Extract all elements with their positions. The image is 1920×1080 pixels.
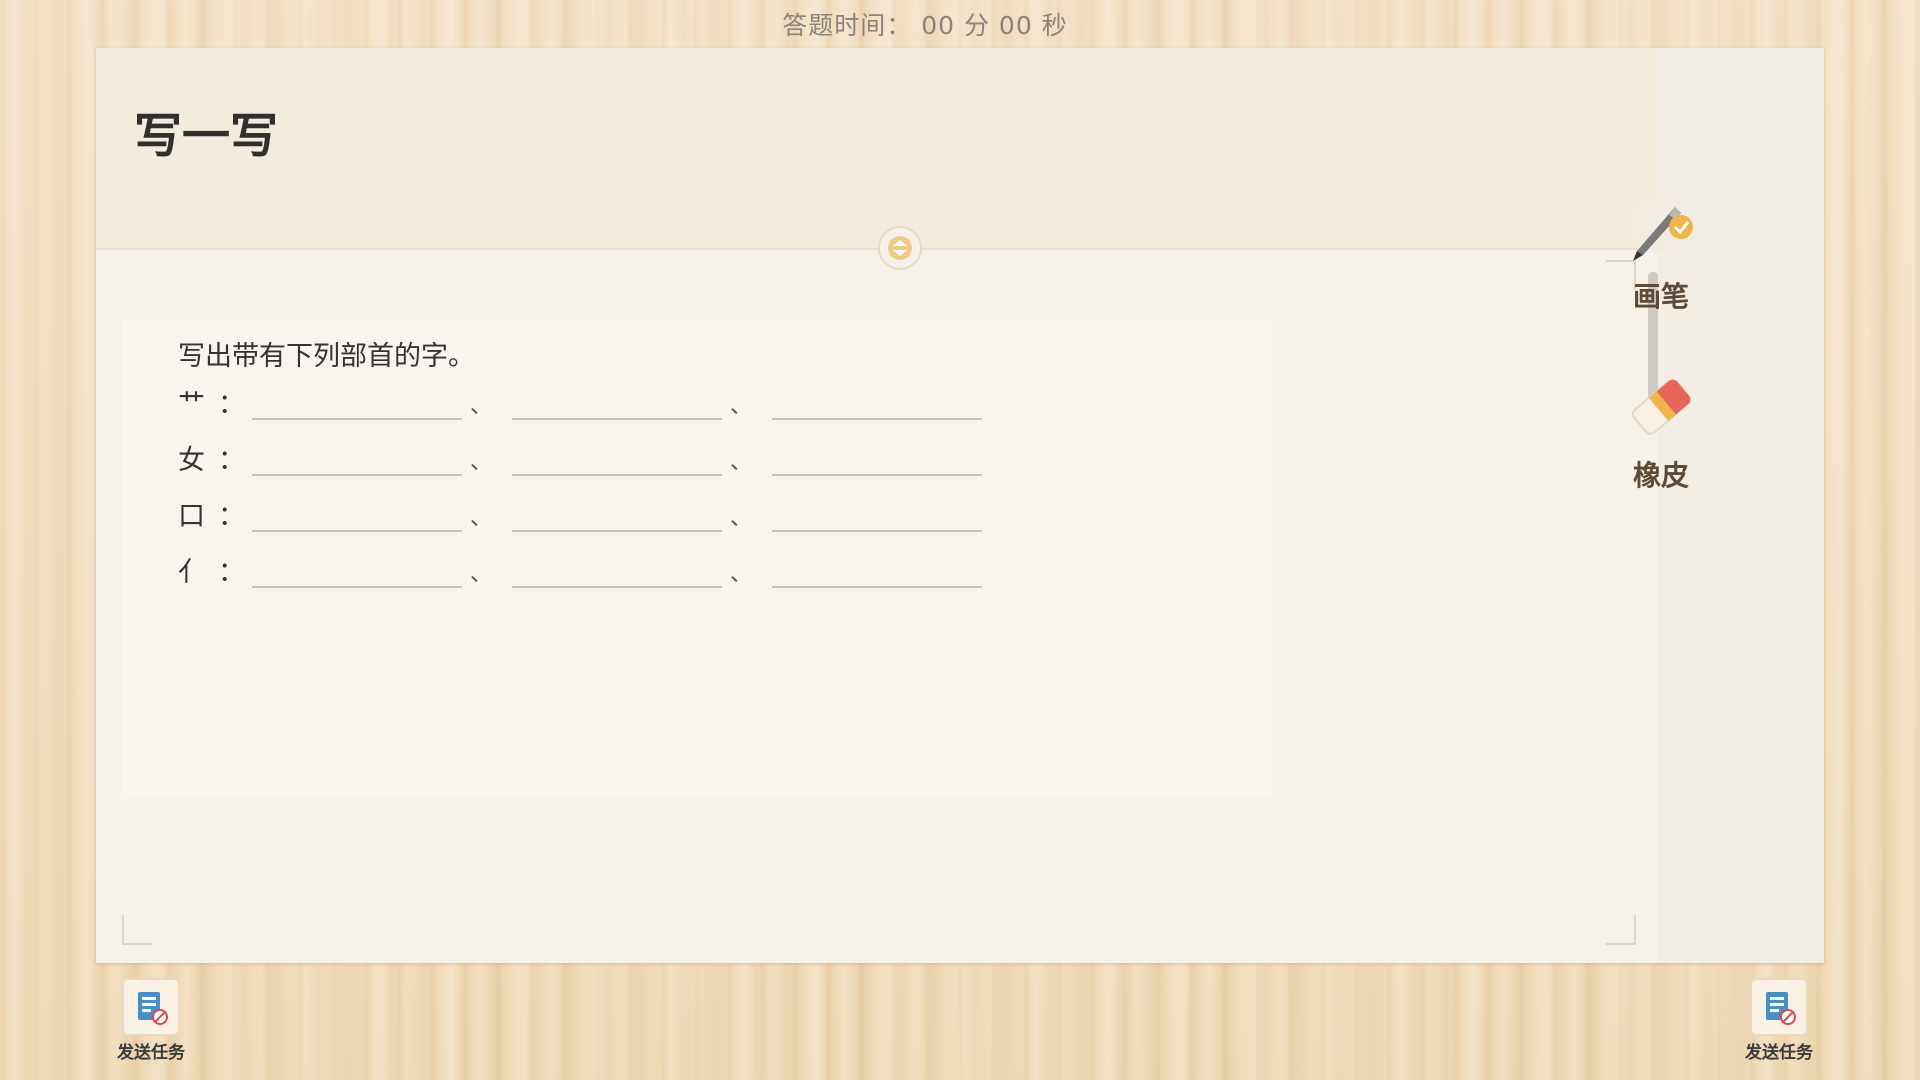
send-task-icon-wrap xyxy=(1750,978,1808,1036)
separator: 、 xyxy=(470,450,493,475)
separator: 、 xyxy=(470,394,493,419)
send-task-icon-wrap xyxy=(122,978,180,1036)
header-panel: 写一写 xyxy=(96,48,1658,250)
corner-mark xyxy=(122,915,152,945)
answer-row: 口 ： 、 、 xyxy=(178,494,1078,534)
separator: 、 xyxy=(470,506,493,531)
answer-row: 艹 ： 、 、 xyxy=(178,382,1078,422)
question-prompt: 写出带有下列部首的字。 xyxy=(178,341,475,372)
send-task-label: 发送任务 xyxy=(1745,1043,1813,1063)
separator: 、 xyxy=(730,506,753,531)
separator: 、 xyxy=(730,394,753,419)
answer-blank[interactable] xyxy=(772,530,982,532)
separator: 、 xyxy=(730,450,753,475)
radical-label: 艹 xyxy=(178,389,205,420)
colon: ： xyxy=(218,445,245,476)
corner-mark xyxy=(1606,915,1636,945)
answer-blank[interactable] xyxy=(252,474,462,476)
answer-row: 亻 ： 、 、 xyxy=(178,550,1078,590)
question-card: 写出带有下列部首的字。 艹 ： 、 、 女 ： 、 、 口 ： 、 、 亻 ： … xyxy=(122,320,1272,798)
colon: ： xyxy=(218,389,245,420)
pen-tool-label: 画笔 xyxy=(1632,280,1689,313)
answer-row: 女 ： 、 、 xyxy=(178,438,1078,478)
radical-label: 亻 xyxy=(178,557,205,588)
answer-blank[interactable] xyxy=(512,474,722,476)
separator: 、 xyxy=(730,562,753,587)
timer: 答题时间： 00 分 00 秒 xyxy=(782,11,1068,40)
answer-blank[interactable] xyxy=(772,586,982,588)
answer-blank[interactable] xyxy=(252,418,462,420)
answer-blank[interactable] xyxy=(772,474,982,476)
eraser-tool-button[interactable]: 橡皮 xyxy=(1601,364,1721,494)
separator: 、 xyxy=(470,562,493,587)
answer-blank[interactable] xyxy=(252,586,462,588)
exercise-board: 写一写 写出带有下列部首的字。 艹 ： 、 、 女 ： 、 、 口 ： 、 、 … xyxy=(96,48,1824,963)
answer-blank[interactable] xyxy=(772,418,982,420)
colon: ： xyxy=(218,557,245,588)
send-task-icon xyxy=(1766,992,1796,1025)
brush-icon xyxy=(1629,193,1693,261)
answer-blank[interactable] xyxy=(512,586,722,588)
colon: ： xyxy=(218,501,245,532)
send-task-icon xyxy=(138,992,168,1025)
answer-blank[interactable] xyxy=(512,418,722,420)
send-task-label: 发送任务 xyxy=(117,1043,185,1063)
pen-tool-button[interactable]: 画笔 xyxy=(1601,185,1721,315)
eraser-icon xyxy=(1632,378,1692,435)
content-area: 写出带有下列部首的字。 艹 ： 、 、 女 ： 、 、 口 ： 、 、 亻 ： … xyxy=(96,250,1658,963)
page-title: 写一写 xyxy=(134,108,279,164)
answer-blank[interactable] xyxy=(512,530,722,532)
answer-blank[interactable] xyxy=(252,530,462,532)
eraser-tool-label: 橡皮 xyxy=(1632,459,1689,492)
radical-label: 女 xyxy=(178,445,205,476)
send-task-button-right[interactable]: 发送任务 xyxy=(1734,978,1824,1063)
radical-label: 口 xyxy=(178,501,205,532)
send-task-button-left[interactable]: 发送任务 xyxy=(106,978,196,1063)
